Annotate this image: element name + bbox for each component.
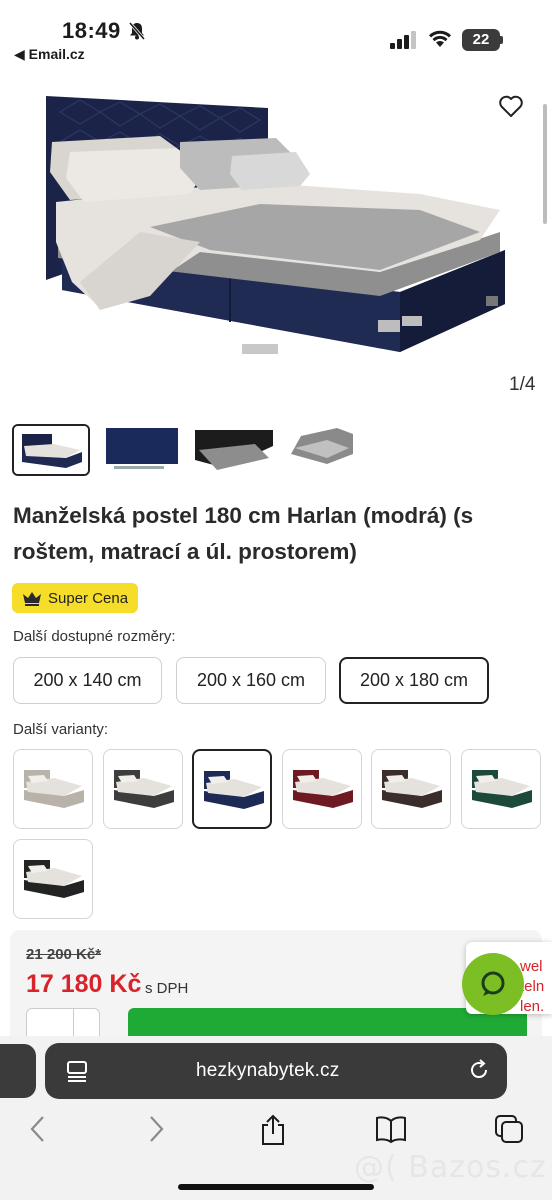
size-option-180[interactable]: 200 x 180 cm (339, 657, 489, 704)
variant-option[interactable] (102, 749, 183, 829)
thumbnail-3[interactable] (195, 424, 273, 476)
status-bar: 18:49 ◀ Email.cz 22 (0, 0, 552, 70)
chat-line-3: len. (520, 998, 545, 1015)
size-option-140[interactable]: 200 x 140 cm (13, 657, 162, 704)
thumbnail-1[interactable] (12, 424, 90, 476)
thumbnail-2[interactable] (104, 424, 182, 476)
chat-icon (481, 971, 505, 996)
variant-option[interactable] (13, 839, 93, 919)
thumbnail-4[interactable] (287, 424, 365, 476)
tabs-icon[interactable] (494, 1114, 524, 1144)
bookmarks-icon[interactable] (375, 1114, 407, 1144)
reload-icon[interactable] (467, 1058, 491, 1082)
vat-note: s DPH (145, 980, 189, 997)
wifi-icon (429, 30, 451, 47)
previous-tab-peek[interactable] (0, 1044, 36, 1098)
crown-icon (23, 592, 41, 606)
variants-label: Další varianty: (13, 721, 109, 738)
bazos-watermark: @( Bazos.cz (354, 1150, 547, 1185)
gallery-counter: 1/4 (509, 374, 536, 395)
variant-option[interactable] (460, 749, 541, 829)
battery-indicator: 22 (462, 29, 500, 51)
super-price-badge: Super Cena (12, 583, 139, 613)
chat-button[interactable] (462, 953, 524, 1015)
current-price: 17 180 Kč (26, 970, 142, 998)
product-title: Manželská postel 180 cm Harlan (modrá) (… (13, 503, 474, 564)
chat-line-1: wel (520, 958, 543, 975)
variant-option[interactable] (192, 749, 272, 829)
size-option-160[interactable]: 200 x 160 cm (176, 657, 326, 704)
forward-arrow-icon[interactable] (148, 1114, 166, 1144)
page-scroll-indicator (543, 104, 547, 224)
variant-option[interactable] (371, 749, 451, 829)
sizes-label: Další dostupné rozměry: (13, 628, 176, 645)
old-price: 21 200 Kč* (26, 946, 102, 963)
back-arrow-icon[interactable] (28, 1114, 46, 1144)
product-main-image[interactable] (0, 82, 552, 402)
page-menu-icon[interactable] (66, 1060, 88, 1082)
back-to-app-link[interactable]: ◀ Email.cz (14, 46, 85, 63)
share-icon[interactable] (259, 1114, 287, 1146)
wishlist-heart-icon[interactable] (498, 94, 524, 118)
home-indicator (178, 1184, 374, 1190)
battery-tip (500, 36, 503, 44)
bell-muted-icon (128, 22, 146, 40)
status-time: 18:49 (62, 18, 121, 43)
signal-icon (390, 31, 416, 49)
variant-option[interactable] (281, 749, 362, 829)
badge-label: Super Cena (48, 589, 129, 607)
address-url: hezkynabytek.cz (196, 1060, 340, 1081)
variant-option[interactable] (13, 749, 93, 829)
